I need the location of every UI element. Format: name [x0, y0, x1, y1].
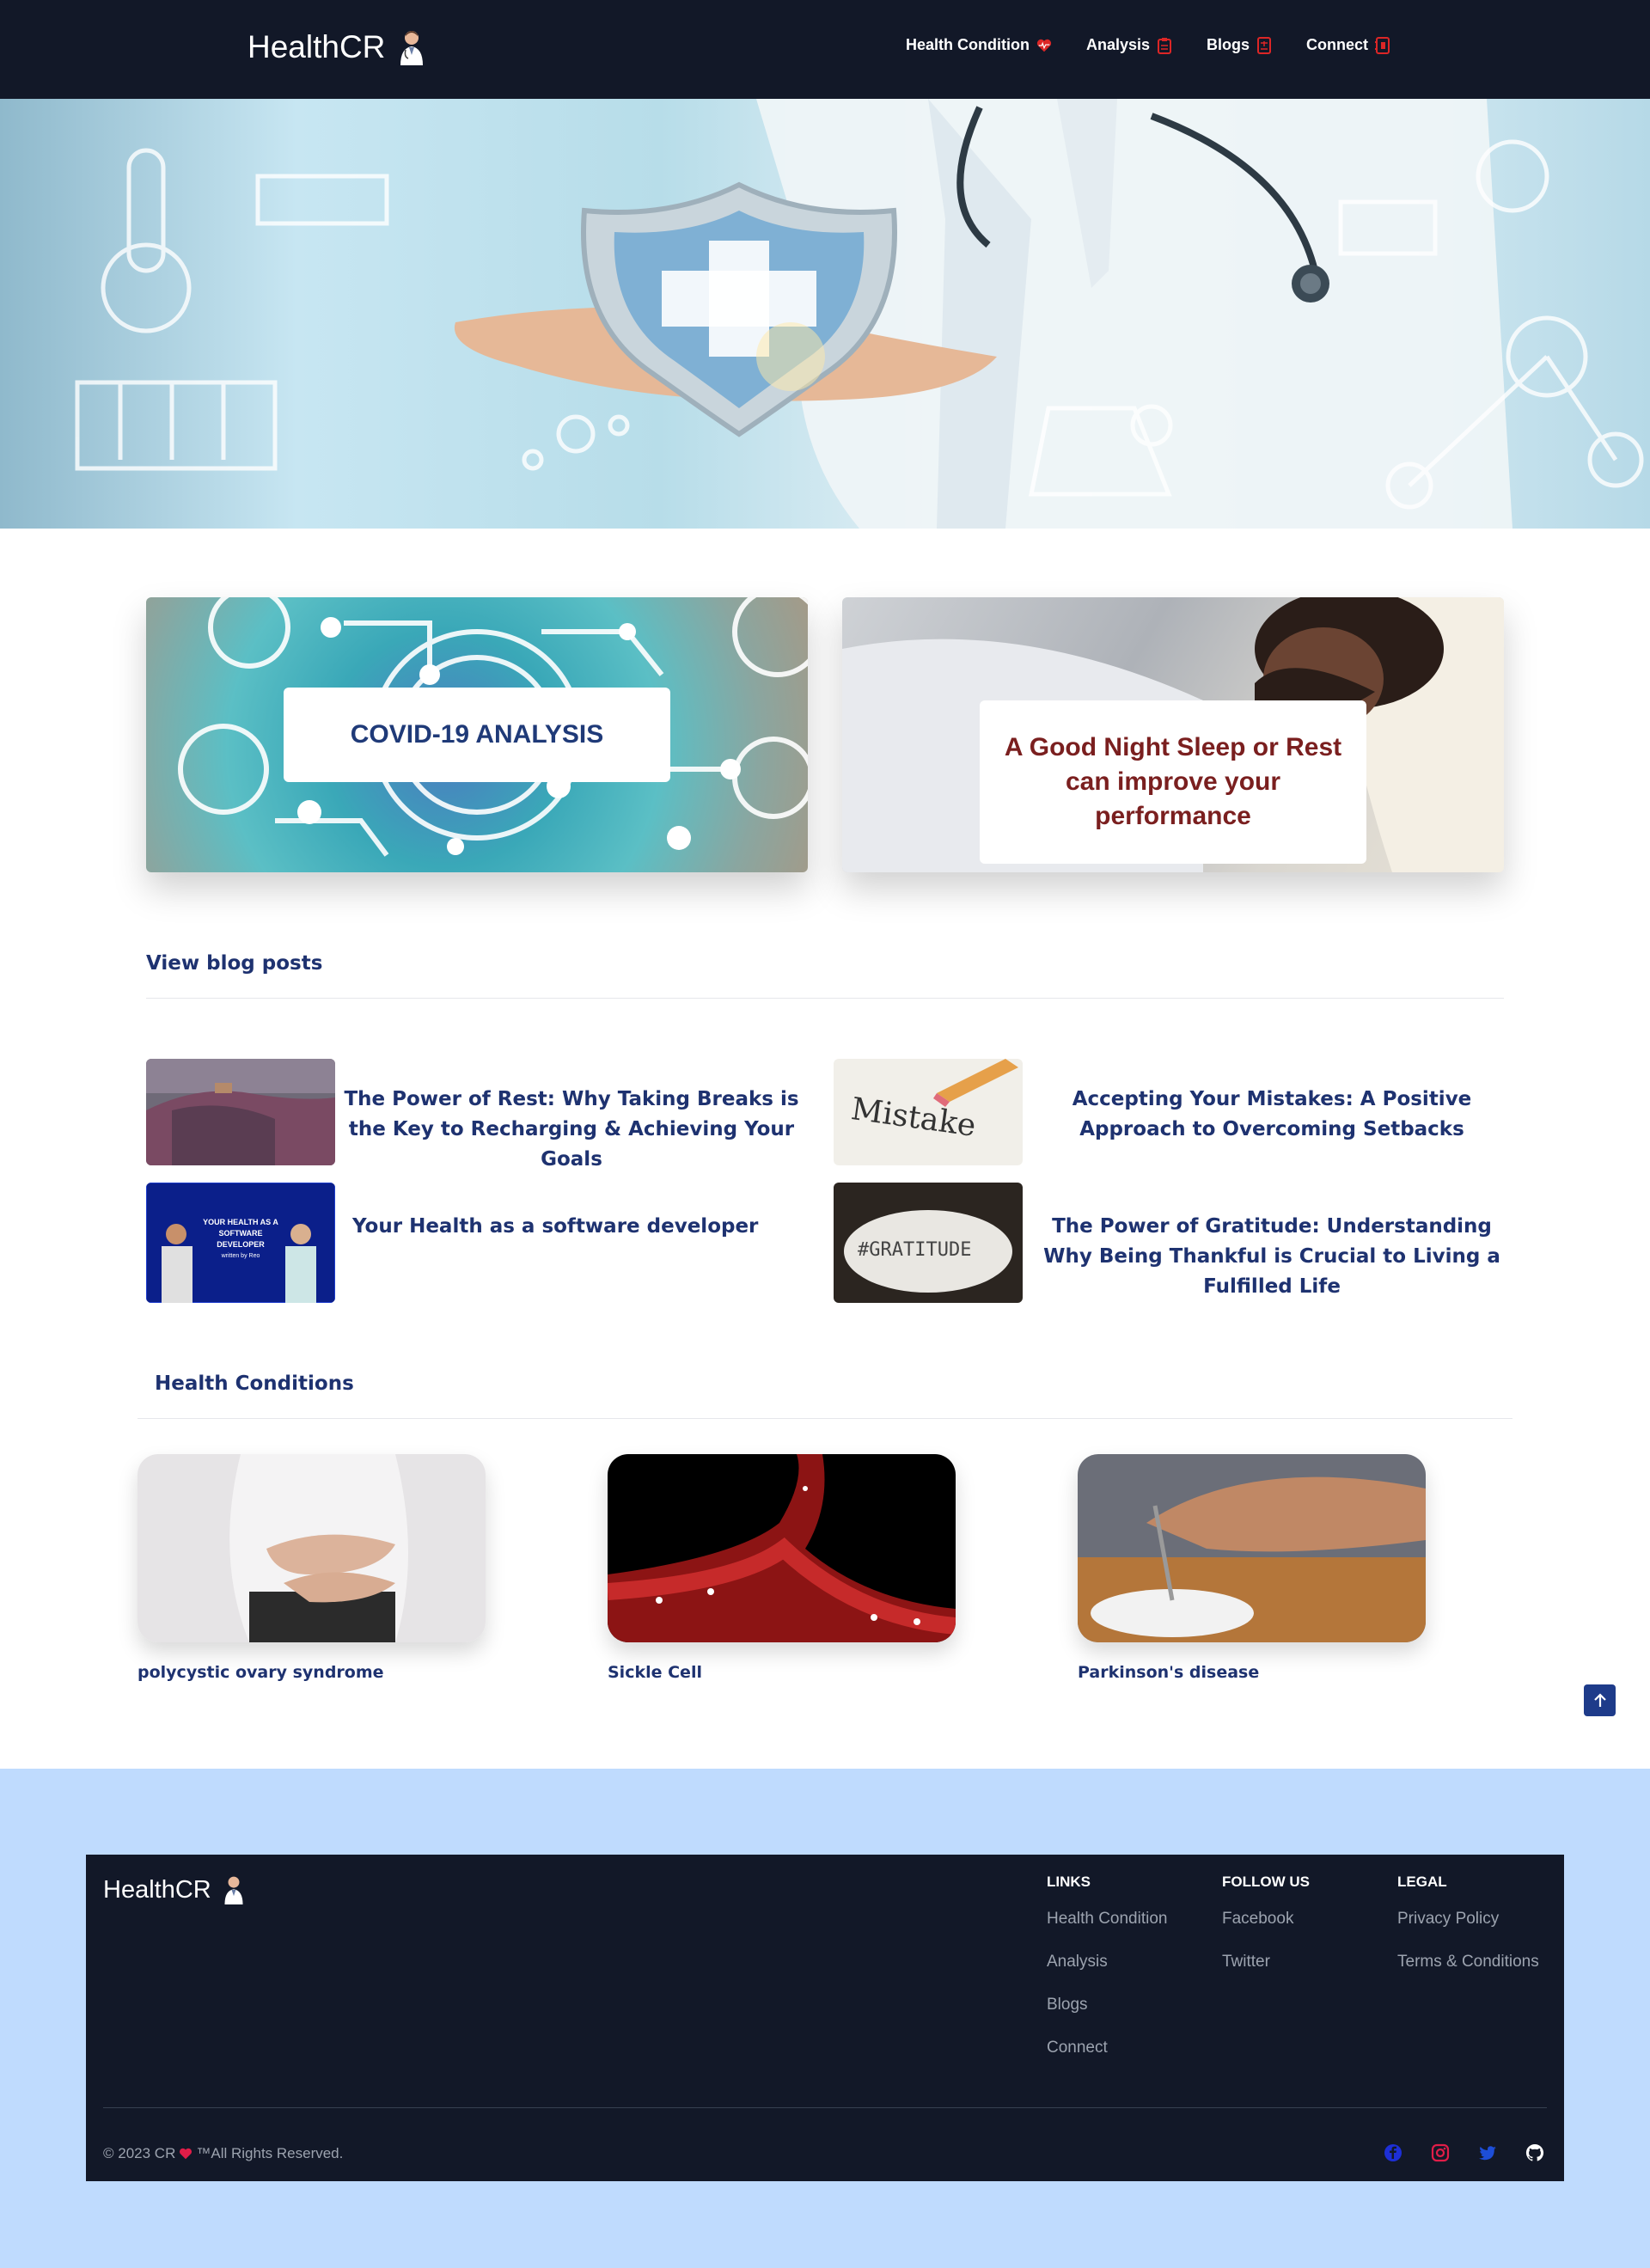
footer-copyright: © 2023 CR ™All Rights Reserved. [103, 2145, 343, 2162]
condition-image [1078, 1454, 1426, 1642]
footer-divider [103, 2107, 1547, 2108]
brand-name: HealthCR [248, 29, 386, 64]
copyright-suffix: ™All Rights Reserved. [196, 2145, 344, 2161]
footer-link-analysis[interactable]: Analysis [1047, 1953, 1167, 1972]
nav-item-analysis[interactable]: Analysis [1086, 36, 1172, 54]
condition-image [608, 1454, 956, 1642]
nav-item-label: Connect [1306, 36, 1369, 53]
blog-section-title: View blog posts [146, 952, 323, 975]
condition-title: polycystic ovary syndrome [138, 1663, 384, 1682]
blog-thumb-text: YOUR HEALTH AS A [203, 1218, 278, 1226]
covid-card-title: COVID-19 ANALYSIS [284, 688, 670, 782]
footer-brand-name: HealthCR [103, 1875, 211, 1904]
document-icon [1257, 36, 1272, 54]
blog-divider [146, 998, 1504, 999]
conditions-section-title: Health Conditions [155, 1372, 354, 1395]
footer-link-connect[interactable]: Connect [1047, 2039, 1167, 2057]
footer-legal-column: LEGAL Privacy Policy Terms & Conditions [1397, 1874, 1539, 1996]
clipboard-icon [1158, 37, 1172, 54]
instagram-icon[interactable] [1431, 2143, 1450, 2162]
heart-icon [180, 2148, 192, 2160]
footer: HealthCR LINKS Health Condition Analysis… [86, 1855, 1564, 2181]
heart-pulse-icon [1036, 39, 1052, 52]
hero-banner [0, 99, 1650, 529]
doctor-icon [400, 31, 424, 65]
footer-link-health-condition[interactable]: Health Condition [1047, 1910, 1167, 1929]
blog-post-power-of-rest[interactable]: The Power of Rest: Why Taking Breaks is … [146, 1059, 808, 1175]
nav-item-label: Blogs [1207, 36, 1250, 53]
footer-brand[interactable]: HealthCR [103, 1875, 246, 1904]
blog-post-accepting-mistakes[interactable]: Mistake Accepting Your Mistakes: A Posit… [834, 1059, 1504, 1165]
blog-thumb: #GRATITUDE [834, 1183, 1023, 1303]
footer-follow-column: FOLLOW US Facebook Twitter [1222, 1874, 1310, 1996]
conditions-divider [138, 1418, 1512, 1419]
footer-links-column: LINKS Health Condition Analysis Blogs Co… [1047, 1874, 1167, 2082]
blog-post-title: The Power of Gratitude: Understanding Wh… [1043, 1215, 1500, 1298]
blog-post-title: Your Health as a software developer [352, 1215, 759, 1238]
condition-card-sickle-cell[interactable]: Sickle Cell [608, 1454, 956, 1682]
condition-card-parkinsons[interactable]: Parkinson's disease [1078, 1454, 1426, 1682]
blog-thumb: YOUR HEALTH AS A SOFTWARE DEVELOPER writ… [146, 1183, 335, 1303]
hero-illustration [75, 99, 1644, 529]
footer-link-twitter[interactable]: Twitter [1222, 1953, 1310, 1972]
phone-book-icon [1375, 36, 1390, 54]
footer-link-blogs[interactable]: Blogs [1047, 1996, 1167, 2014]
nav-menu: Health Condition Analysis Blogs Connect [906, 36, 1425, 54]
footer-link-facebook[interactable]: Facebook [1222, 1910, 1310, 1929]
condition-card-pcos[interactable]: polycystic ovary syndrome [138, 1454, 486, 1682]
blog-post-title: Accepting Your Mistakes: A Positive Appr… [1072, 1088, 1472, 1140]
footer-links-heading: LINKS [1047, 1874, 1091, 1890]
nav-item-label: Health Condition [906, 36, 1030, 53]
blog-thumb-text: SOFTWARE DEVELOPER [217, 1229, 265, 1249]
blog-thumb-text: written by Reo [221, 1253, 260, 1259]
top-navbar: HealthCR Health Condition Analysis Blogs… [0, 0, 1650, 99]
footer-link-terms[interactable]: Terms & Conditions [1397, 1953, 1539, 1972]
blog-thumb [146, 1059, 335, 1165]
condition-title: Parkinson's disease [1078, 1663, 1260, 1682]
blog-post-software-developer-health[interactable]: YOUR HEALTH AS A SOFTWARE DEVELOPER writ… [146, 1183, 808, 1303]
blog-post-power-of-gratitude[interactable]: #GRATITUDE The Power of Gratitude: Under… [834, 1183, 1504, 1303]
footer-link-privacy[interactable]: Privacy Policy [1397, 1910, 1539, 1929]
footer-legal-heading: LEGAL [1397, 1874, 1447, 1890]
condition-title: Sickle Cell [608, 1663, 702, 1682]
nav-item-connect[interactable]: Connect [1306, 36, 1390, 54]
nav-item-blogs[interactable]: Blogs [1207, 36, 1272, 54]
blog-thumb-text: #GRATITUDE [858, 1239, 972, 1261]
nav-item-health-condition[interactable]: Health Condition [906, 36, 1052, 54]
arrow-up-icon [1593, 1692, 1606, 1707]
copyright-prefix: © 2023 CR [103, 2145, 176, 2161]
covid-analysis-card[interactable]: COVID-19 ANALYSIS [146, 597, 808, 872]
scroll-to-top-button[interactable] [1584, 1684, 1616, 1716]
sleep-card-title: A Good Night Sleep or Rest can improve y… [980, 700, 1366, 864]
brand-logo[interactable]: HealthCR [248, 29, 426, 65]
facebook-icon[interactable] [1384, 2143, 1402, 2162]
blog-post-title: The Power of Rest: Why Taking Breaks is … [344, 1088, 799, 1171]
twitter-icon[interactable] [1478, 2143, 1497, 2162]
github-icon[interactable] [1525, 2143, 1544, 2162]
doctor-icon [224, 1876, 243, 1904]
sleep-rest-card[interactable]: A Good Night Sleep or Rest can improve y… [842, 597, 1504, 872]
blog-thumb: Mistake [834, 1059, 1023, 1165]
footer-follow-heading: FOLLOW US [1222, 1874, 1310, 1890]
nav-item-label: Analysis [1085, 36, 1151, 53]
condition-image [138, 1454, 486, 1642]
